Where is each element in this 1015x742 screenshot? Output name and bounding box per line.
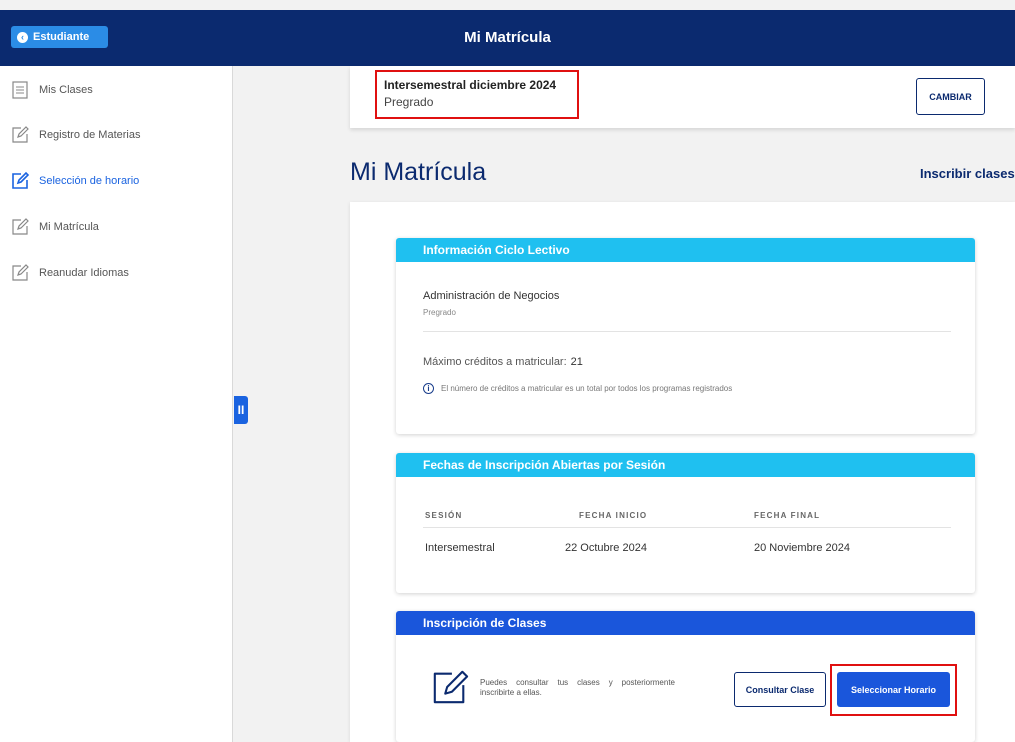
page-title: Mi Matrícula <box>350 158 487 186</box>
list-icon <box>12 81 28 99</box>
sidebar-collapse-toggle[interactable]: II <box>234 396 248 424</box>
card-header: Fechas de Inscripción Abiertas por Sesió… <box>396 453 975 477</box>
info-icon: i <box>423 383 434 394</box>
column-header: FECHA FINAL <box>754 511 821 520</box>
edit-icon <box>12 126 29 143</box>
sidebar-item-label: Reanudar Idiomas <box>39 267 129 279</box>
seleccionar-horario-button[interactable]: Seleccionar Horario <box>837 672 950 707</box>
sidebar: Mis Clases Registro de Materias Selecció… <box>0 66 233 742</box>
ciclo-lectivo-card: Información Ciclo Lectivo Administración… <box>396 238 975 434</box>
term-name: Intersemestral diciembre 2024 <box>384 78 557 92</box>
header-title-wrap: Mi Matrícula <box>0 10 1015 66</box>
edit-icon <box>12 264 29 281</box>
credits-info-text: El número de créditos a matricular es un… <box>441 384 733 393</box>
inscribir-clases-link[interactable]: Inscribir clases <box>920 166 1015 181</box>
term-level: Pregrado <box>384 95 434 109</box>
change-term-button[interactable]: CAMBIAR <box>916 78 985 115</box>
table-cell: Intersemestral <box>425 542 495 554</box>
credits-info-note: i El número de créditos a matricular es … <box>423 383 732 394</box>
edit-icon <box>12 171 30 189</box>
inscripcion-description: Puedes consultar tus clases y posteriorm… <box>480 678 675 697</box>
table-cell: 22 Octubre 2024 <box>565 542 647 554</box>
edit-icon <box>433 670 469 704</box>
sidebar-item-registro-materias[interactable]: Registro de Materias <box>10 123 141 147</box>
top-bar: ‹ Estudiante Mi Matrícula <box>0 10 1015 66</box>
max-credits: Máximo créditos a matricular: 21 <box>423 356 583 368</box>
table-cell: 20 Noviembre 2024 <box>754 542 851 554</box>
card-header: Inscripción de Clases <box>396 611 975 635</box>
sidebar-item-mis-clases[interactable]: Mis Clases <box>10 78 93 102</box>
main-panel: Información Ciclo Lectivo Administración… <box>350 202 1015 742</box>
sidebar-item-mi-matricula[interactable]: Mi Matrícula <box>10 215 99 239</box>
column-header: FECHA INICIO <box>579 511 648 520</box>
term-highlight-box: Intersemestral diciembre 2024 Pregrado <box>375 70 579 119</box>
inscripcion-clases-card: Inscripción de Clases Puedes consultar t… <box>396 611 975 742</box>
max-credits-label: Máximo créditos a matricular: <box>423 356 567 368</box>
pause-icon: II <box>237 403 245 417</box>
column-header: SESIÓN <box>425 511 463 520</box>
edit-icon <box>12 218 29 235</box>
term-selector-card: Intersemestral diciembre 2024 Pregrado C… <box>350 66 1015 128</box>
sidebar-item-label: Registro de Materias <box>39 129 141 141</box>
max-credits-value: 21 <box>570 356 583 368</box>
header-title: Mi Matrícula <box>464 29 551 46</box>
card-header: Información Ciclo Lectivo <box>396 238 975 262</box>
sidebar-item-label: Mis Clases <box>39 84 93 96</box>
divider <box>423 331 951 332</box>
program-name: Administración de Negocios <box>423 290 560 302</box>
fechas-inscripcion-card: Fechas de Inscripción Abiertas por Sesió… <box>396 453 975 593</box>
consultar-clase-button[interactable]: Consultar Clase <box>734 672 826 707</box>
divider <box>423 527 951 528</box>
sidebar-item-label: Selección de horario <box>39 175 140 187</box>
select-schedule-highlight: Seleccionar Horario <box>830 664 957 716</box>
sidebar-item-seleccion-horario[interactable]: Selección de horario <box>10 169 139 193</box>
sidebar-item-label: Mi Matrícula <box>39 221 99 233</box>
program-level: Pregrado <box>423 308 456 317</box>
sidebar-item-reanudar-idiomas[interactable]: Reanudar Idiomas <box>10 261 129 285</box>
